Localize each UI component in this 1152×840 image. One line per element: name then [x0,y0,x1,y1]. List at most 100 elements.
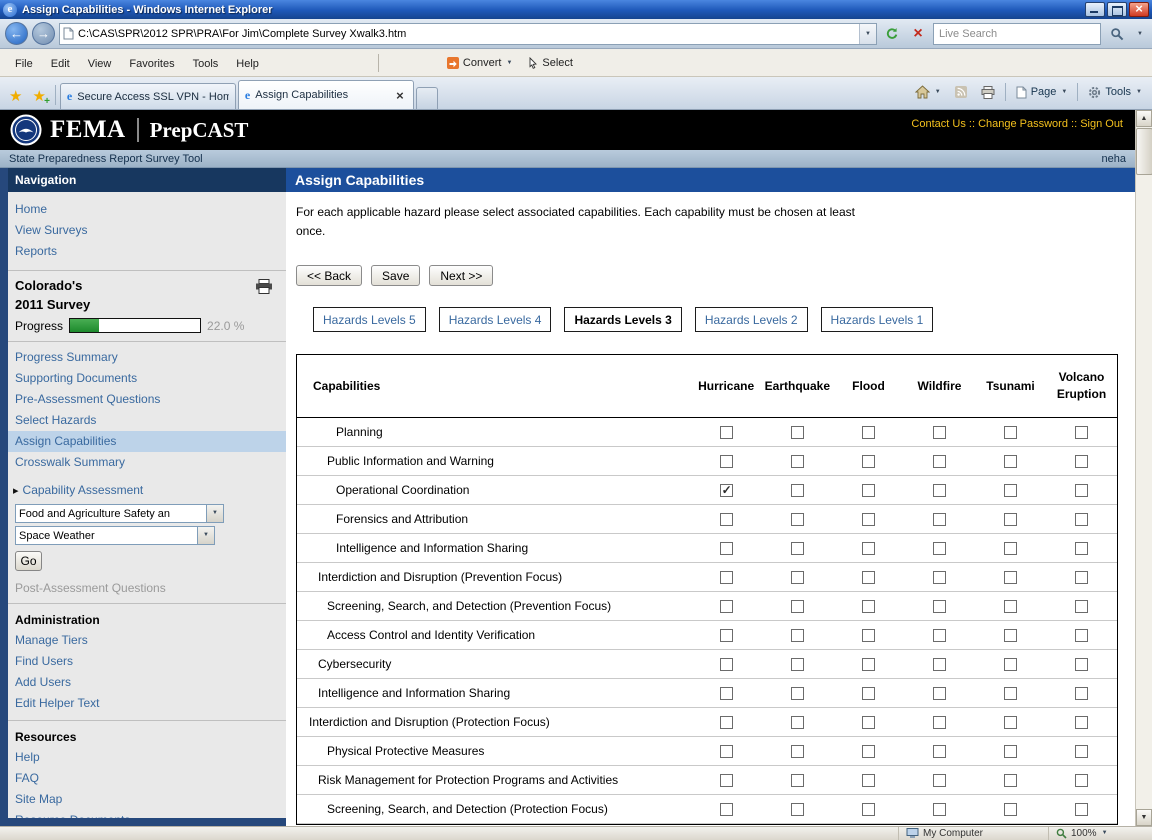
zoom-control[interactable]: 100% [1048,827,1152,840]
convert-button[interactable]: Convert [439,54,520,72]
capability-checkbox[interactable] [1004,628,1017,642]
capability-checkbox[interactable] [719,483,733,497]
hazard-tab-hazards-levels-5[interactable]: Hazards Levels 5 [313,307,426,333]
select-button[interactable]: Select [520,54,581,72]
hazard-tab-hazards-levels-4[interactable]: Hazards Levels 4 [438,307,552,333]
menu-tools[interactable]: Tools [184,54,228,74]
feeds-button[interactable] [949,82,973,102]
capability-checkbox[interactable] [790,802,804,816]
scrollbar-thumb[interactable] [1136,128,1152,175]
address-dropdown-button[interactable] [859,23,876,44]
capability-checkbox[interactable] [790,744,804,758]
sidebar-item-capability-assessment[interactable]: Capability Assessment [8,479,286,501]
capability-checkbox[interactable] [719,599,733,613]
sidebar-item-add-users[interactable]: Add Users [8,672,286,693]
sidebar-item-find-users[interactable]: Find Users [8,651,286,672]
capability-checkbox[interactable] [862,454,875,468]
capability-checkbox[interactable] [1004,802,1017,816]
capability-checkbox[interactable] [790,599,804,613]
menu-file[interactable]: File [6,54,42,74]
forward-icon[interactable] [32,22,55,45]
capability-checkbox[interactable] [1075,512,1088,526]
capability-checkbox[interactable] [1075,483,1088,497]
capability-checkbox[interactable] [1004,483,1017,497]
capability-checkbox[interactable] [933,802,946,816]
capability-checkbox[interactable] [1004,657,1017,671]
capability-checkbox[interactable] [933,570,946,584]
address-field[interactable]: C:\CAS\SPR\2012 SPR\PRA\For Jim\Complete… [59,22,877,45]
capability-checkbox[interactable] [933,628,946,642]
sidebar-item-progress-summary[interactable]: Progress Summary [8,347,286,368]
capability-checkbox[interactable] [790,483,804,497]
capability-checkbox[interactable] [933,744,946,758]
hazard-tab-hazards-levels-1[interactable]: Hazards Levels 1 [820,307,934,333]
capability-checkbox[interactable] [1004,425,1017,439]
capability-checkbox[interactable] [1075,599,1088,613]
hazard-tab-hazards-levels-2[interactable]: Hazards Levels 2 [694,307,808,333]
capability-checkbox[interactable] [862,715,875,729]
capability-checkbox[interactable] [1075,425,1088,439]
search-input[interactable]: Live Search [939,28,997,40]
capability-checkbox[interactable] [862,570,875,584]
sidebar-item-reports[interactable]: Reports [8,241,286,262]
page-menu-button[interactable]: Page [1010,82,1074,103]
sidebar-item-manage-tiers[interactable]: Manage Tiers [8,630,286,651]
capability-checkbox[interactable] [719,686,733,700]
menu-help[interactable]: Help [227,54,268,74]
capability-checkbox[interactable] [1075,802,1088,816]
capability-checkbox[interactable] [719,744,733,758]
search-icon[interactable] [1105,23,1129,45]
capability-checkbox[interactable] [933,483,946,497]
capability-checkbox[interactable] [933,686,946,700]
capability-checkbox[interactable] [862,512,875,526]
print-survey-icon[interactable] [255,279,273,294]
hazard-dropdown[interactable]: Space Weather [15,526,215,545]
capability-checkbox[interactable] [933,599,946,613]
sidebar-item-edit-helper-text[interactable]: Edit Helper Text [8,693,286,714]
sidebar-item-home[interactable]: Home [8,199,286,220]
back-icon[interactable] [5,22,28,45]
capability-checkbox[interactable] [1004,541,1017,555]
sidebar-item-help[interactable]: Help [8,747,286,768]
browser-tab-secure-access-ssl-vpn-home[interactable]: Secure Access SSL VPN - Home [59,83,236,109]
capability-checkbox[interactable] [719,628,733,642]
capability-checkbox[interactable] [790,773,804,787]
capability-checkbox[interactable] [790,686,804,700]
capability-checkbox[interactable] [1004,686,1017,700]
header-link-contact-us[interactable]: Contact Us [911,118,965,130]
minimize-button[interactable] [1085,2,1105,17]
capability-checkbox[interactable] [933,657,946,671]
capability-checkbox[interactable] [933,512,946,526]
header-link-change-password[interactable]: Change Password [978,118,1068,130]
scroll-up-icon[interactable] [1136,110,1152,127]
stop-button[interactable] [907,23,929,45]
capability-checkbox[interactable] [719,425,733,439]
capability-checkbox[interactable] [862,628,875,642]
capability-checkbox[interactable] [719,512,733,526]
menu-edit[interactable]: Edit [42,54,79,74]
capability-checkbox[interactable] [862,657,875,671]
capability-checkbox[interactable] [719,802,733,816]
menu-view[interactable]: View [79,54,121,74]
capability-checkbox[interactable] [1004,512,1017,526]
search-box[interactable]: Live Search [933,22,1101,45]
next-button[interactable]: Next >> [429,265,494,287]
capability-checkbox[interactable] [862,773,875,787]
sidebar-item-site-map[interactable]: Site Map [8,789,286,810]
capability-checkbox[interactable] [862,802,875,816]
sidebar-item-select-hazards[interactable]: Select Hazards [8,410,286,431]
print-button[interactable] [975,82,1001,103]
capability-checkbox[interactable] [862,483,875,497]
sidebar-item-crosswalk-summary[interactable]: Crosswalk Summary [8,452,286,473]
capability-checkbox[interactable] [1075,657,1088,671]
back-button[interactable]: << Back [296,265,363,287]
sidebar-item-pre-assessment-questions[interactable]: Pre-Assessment Questions [8,389,286,410]
new-tab-stub[interactable] [415,87,438,109]
browser-tab-assign-capabilities[interactable]: Assign Capabilities [237,80,414,109]
capability-checkbox[interactable] [1004,744,1017,758]
sidebar-item-faq[interactable]: FAQ [8,768,286,789]
capability-checkbox[interactable] [790,425,804,439]
sidebar-item-resource-documents[interactable]: Resource Documents [8,810,286,818]
scroll-down-icon[interactable] [1136,809,1152,826]
refresh-button[interactable] [881,23,903,45]
